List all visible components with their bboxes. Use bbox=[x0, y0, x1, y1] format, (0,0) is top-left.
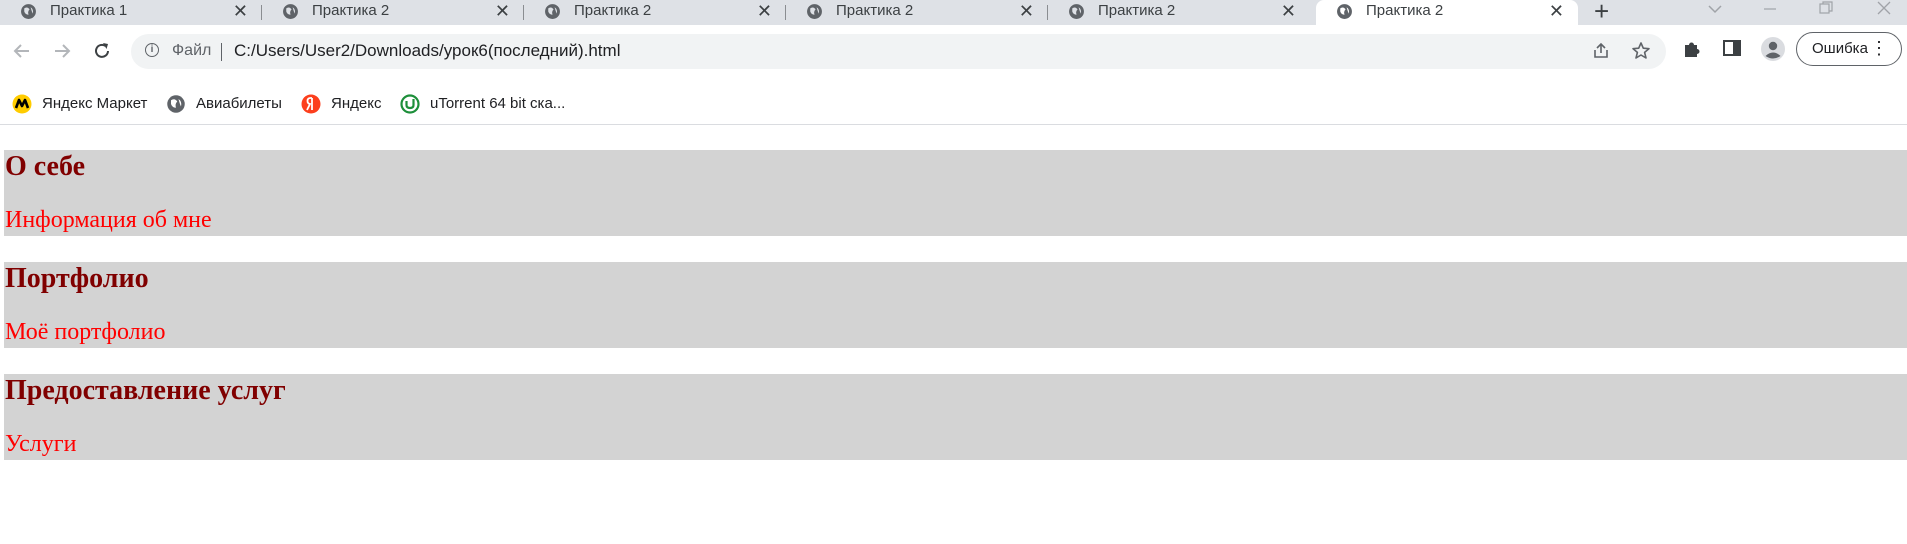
section-about: О себе Информация об мне bbox=[4, 150, 1907, 236]
tab-search-icon[interactable] bbox=[1707, 2, 1723, 16]
globe-icon bbox=[21, 4, 36, 19]
tab-title: Практика 2 bbox=[1366, 2, 1444, 19]
site-info-icon[interactable]: i bbox=[145, 43, 159, 57]
bookmark-label: uTorrent 64 bit ска... bbox=[430, 95, 566, 112]
tab-title: Практика 2 bbox=[574, 2, 652, 19]
close-tab-icon[interactable]: ✕ bbox=[1281, 1, 1296, 21]
new-tab-button[interactable]: + bbox=[1594, 0, 1609, 24]
tab-5[interactable]: Практика 2 ✕ bbox=[1048, 0, 1310, 25]
error-button[interactable]: Ошибка ⋮ bbox=[1796, 32, 1902, 66]
bookmark-label: Яндекс Маркет bbox=[42, 95, 148, 112]
tab-6-active[interactable]: Практика 2 ✕ bbox=[1316, 0, 1578, 25]
bookmark-label: Авиабилеты bbox=[196, 95, 282, 112]
section-portfolio: Портфолио Моё портфолио bbox=[4, 262, 1907, 348]
error-button-label: Ошибка bbox=[1812, 40, 1868, 57]
close-window-icon[interactable] bbox=[1876, 0, 1892, 16]
section-heading: Портфолио bbox=[5, 263, 149, 294]
globe-icon bbox=[807, 4, 822, 19]
yandex-market-icon bbox=[12, 94, 32, 114]
close-tab-icon[interactable]: ✕ bbox=[495, 1, 510, 21]
bookmark-star-icon[interactable] bbox=[1631, 41, 1651, 61]
browser-toolbar: i Файл C:/Users/User2/Downloads/урок6(по… bbox=[0, 25, 1907, 92]
tab-title: Практика 2 bbox=[312, 2, 390, 19]
profile-avatar-icon[interactable] bbox=[1760, 36, 1786, 62]
bookmarks-bar: Яндекс Маркет Авиабилеты Яндекс uTorrent… bbox=[0, 92, 1907, 125]
close-tab-icon[interactable]: ✕ bbox=[1549, 1, 1564, 21]
tab-1[interactable]: Практика 1 ✕ bbox=[0, 0, 262, 25]
yandex-icon bbox=[301, 94, 321, 114]
tab-4[interactable]: Практика 2 ✕ bbox=[786, 0, 1048, 25]
tab-title: Практика 1 bbox=[50, 2, 128, 19]
close-tab-icon[interactable]: ✕ bbox=[757, 1, 772, 21]
section-text: Услуги bbox=[5, 431, 77, 457]
reload-icon[interactable] bbox=[92, 41, 112, 61]
globe-icon bbox=[1069, 4, 1084, 19]
extensions-puzzle-icon[interactable] bbox=[1681, 38, 1703, 60]
more-menu-icon[interactable]: ⋮ bbox=[1870, 37, 1888, 59]
scheme-label: Файл bbox=[172, 42, 212, 59]
url-text[interactable]: C:/Users/User2/Downloads/урок6(последний… bbox=[234, 41, 620, 61]
forward-arrow-icon[interactable] bbox=[52, 41, 72, 61]
share-icon[interactable] bbox=[1591, 41, 1611, 61]
tab-3[interactable]: Практика 2 ✕ bbox=[524, 0, 786, 25]
minimize-icon[interactable] bbox=[1762, 2, 1778, 16]
close-tab-icon[interactable]: ✕ bbox=[1019, 1, 1034, 21]
tab-title: Практика 2 bbox=[836, 2, 914, 19]
omnibox-divider bbox=[221, 43, 222, 61]
tab-title: Практика 2 bbox=[1098, 2, 1176, 19]
tab-strip: Практика 1 ✕ Практика 2 ✕ Практика 2 ✕ П… bbox=[0, 0, 1907, 25]
globe-icon bbox=[545, 4, 560, 19]
utorrent-icon bbox=[400, 94, 420, 114]
section-text: Моё портфолио bbox=[5, 319, 166, 345]
back-arrow-icon[interactable] bbox=[12, 41, 32, 61]
section-services: Предоставление услуг Услуги bbox=[4, 374, 1907, 460]
close-tab-icon[interactable]: ✕ bbox=[233, 1, 248, 21]
tab-2[interactable]: Практика 2 ✕ bbox=[262, 0, 524, 25]
address-bar[interactable]: i Файл C:/Users/User2/Downloads/урок6(по… bbox=[131, 34, 1666, 69]
side-panel-icon[interactable] bbox=[1722, 38, 1742, 58]
globe-icon bbox=[167, 95, 185, 113]
section-heading: О себе bbox=[5, 151, 86, 182]
restore-icon[interactable] bbox=[1818, 0, 1834, 16]
globe-icon bbox=[1337, 4, 1352, 19]
section-text: Информация об мне bbox=[5, 207, 212, 233]
bookmark-label: Яндекс bbox=[331, 95, 382, 112]
section-heading: Предоставление услуг bbox=[5, 375, 286, 406]
globe-icon bbox=[283, 4, 298, 19]
